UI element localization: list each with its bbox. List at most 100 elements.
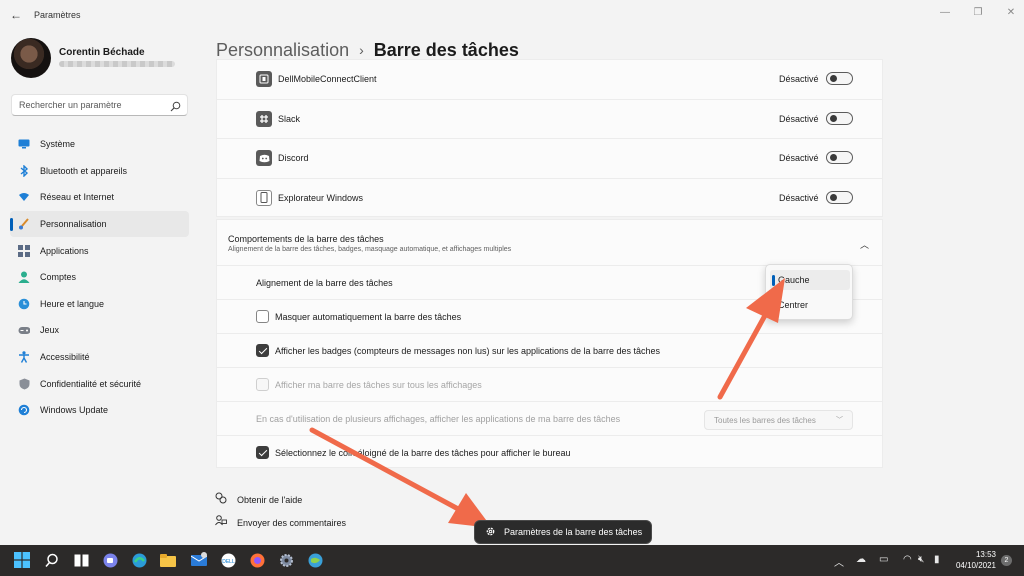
dell-icon[interactable]: DELL — [218, 550, 238, 570]
multi-display-value: Toutes les barres des tâches — [714, 416, 816, 425]
tablet-icon[interactable]: ▭ — [879, 554, 888, 565]
multi-display-label: En cas d'utilisation de plusieurs affich… — [256, 414, 621, 424]
globe-app-icon[interactable] — [305, 550, 325, 570]
tray-app-row: Explorateur Windows Désactivé — [217, 179, 882, 219]
autohide-checkbox[interactable] — [256, 310, 269, 323]
send-feedback-link[interactable]: Envoyer des commentaires — [215, 514, 346, 532]
search-input[interactable] — [12, 95, 162, 115]
all-displays-label: Afficher ma barre des tâches sur tous le… — [275, 380, 482, 390]
sidebar-item-jeux[interactable]: Jeux — [10, 317, 189, 344]
search-icon[interactable] — [42, 550, 62, 570]
feedback-icon — [215, 514, 227, 532]
minimize-icon[interactable]: — — [938, 6, 952, 20]
edge-icon[interactable] — [129, 550, 149, 570]
sidebar-nav: Système Bluetooth et appareils Réseau et… — [10, 131, 189, 424]
user-email-blurred — [59, 61, 175, 67]
user-name: Corentin Béchade — [59, 47, 145, 58]
slack-icon — [256, 110, 272, 127]
search-icon[interactable] — [170, 99, 181, 117]
gear-icon — [485, 526, 496, 539]
section-title: Comportements de la barre des tâches — [228, 234, 384, 244]
explorer-icon — [256, 189, 272, 206]
chevron-up-tray-icon[interactable]: ︿ — [834, 554, 844, 569]
apps-icon — [18, 244, 30, 257]
sidebar-item-label: Système — [40, 139, 76, 150]
accessibility-icon — [18, 351, 30, 363]
tray-app-name: DellMobileConnectClient — [278, 74, 377, 84]
badges-label: Afficher les badges (compteurs de messag… — [275, 346, 661, 356]
section-header[interactable]: Comportements de la barre des tâches Ali… — [217, 220, 882, 266]
cloud-icon[interactable]: ☁ — [856, 554, 866, 565]
active-indicator — [10, 217, 13, 231]
tray-app-state: Désactivé — [779, 74, 819, 84]
chevron-up-icon[interactable]: ︿ — [860, 238, 869, 251]
sidebar-item-bluetooth[interactable]: Bluetooth et appareils — [10, 158, 189, 185]
multi-display-dropdown: Toutes les barres des tâches ﹀ — [704, 410, 853, 430]
sidebar-item-heure[interactable]: Heure et langue — [10, 291, 189, 318]
search-box[interactable] — [11, 94, 188, 116]
sidebar-item-reseau[interactable]: Réseau et Internet — [10, 184, 189, 211]
sidebar-item-label: Bluetooth et appareils — [40, 165, 128, 176]
tray-app-name: Discord — [278, 153, 309, 163]
sidebar-item-label: Personnalisation — [40, 219, 107, 230]
badges-checkbox[interactable] — [256, 344, 269, 357]
breadcrumb: Personnalisation › Barre des tâches — [216, 40, 519, 61]
breadcrumb-parent[interactable]: Personnalisation — [216, 40, 349, 60]
gamepad-icon — [18, 324, 30, 336]
sidebar-item-label: Jeux — [40, 325, 60, 336]
alignment-option-gauche[interactable]: Gauche — [770, 270, 850, 290]
sidebar-item-confidentialite[interactable]: Confidentialité et sécurité — [10, 370, 189, 397]
sidebar-item-accessibilite[interactable]: Accessibilité — [10, 344, 189, 371]
get-help-label: Obtenir de l'aide — [237, 495, 303, 505]
far-corner-checkbox[interactable] — [256, 446, 269, 459]
taskbar-clock[interactable]: 13:53 04/10/2021 — [950, 549, 996, 571]
notification-badge[interactable]: 2 — [1001, 555, 1012, 566]
option-label: Gauche — [778, 275, 810, 285]
task-view-icon[interactable] — [71, 550, 91, 570]
shield-icon — [18, 378, 30, 390]
sidebar-item-applications[interactable]: Applications — [10, 237, 189, 264]
sidebar-item-label: Heure et langue — [40, 298, 105, 309]
avatar[interactable] — [11, 38, 51, 78]
tray-app-toggle[interactable] — [826, 72, 853, 85]
alignment-dropdown-menu: Gauche Centrer — [765, 264, 853, 320]
section-subtitle: Alignement de la barre des tâches, badge… — [228, 246, 512, 253]
settings-gear-icon[interactable] — [276, 550, 296, 570]
title-bar: ← Paramètres — ❐ ✕ — [0, 0, 1024, 32]
file-explorer-icon[interactable] — [158, 550, 178, 570]
bluetooth-icon — [18, 164, 30, 177]
multi-display-row: En cas d'utilisation de plusieurs affich… — [217, 402, 882, 436]
dell-mobile-icon — [256, 71, 272, 87]
alignment-option-centrer[interactable]: Centrer — [770, 295, 850, 315]
maximize-icon[interactable]: ❐ — [971, 6, 985, 20]
sidebar-item-comptes[interactable]: Comptes — [10, 264, 189, 291]
sidebar-item-personnalisation[interactable]: Personnalisation — [10, 210, 189, 238]
volume-muted-icon[interactable]: 🔇︎ — [918, 554, 924, 565]
tray-app-name: Explorateur Windows — [278, 192, 364, 203]
battery-icon[interactable]: ▮ — [934, 554, 940, 565]
wifi-icon[interactable]: ◠ — [903, 554, 912, 565]
chat-icon[interactable] — [100, 550, 120, 570]
tooltip-text: Paramètres de la barre des tâches — [504, 527, 643, 537]
start-icon[interactable] — [12, 550, 32, 570]
sidebar-item-systeme[interactable]: Système — [10, 131, 189, 158]
sidebar-item-windows-update[interactable]: Windows Update — [10, 397, 189, 424]
update-icon — [18, 404, 30, 416]
get-help-link[interactable]: Obtenir de l'aide — [215, 491, 302, 509]
back-arrow-icon[interactable]: ← — [9, 8, 23, 22]
tray-app-toggle[interactable] — [826, 111, 853, 125]
tray-app-toggle[interactable] — [826, 190, 853, 204]
all-displays-checkbox — [256, 378, 269, 391]
mail-icon[interactable] — [189, 550, 209, 570]
firefox-icon[interactable] — [247, 550, 267, 570]
close-icon[interactable]: ✕ — [1004, 6, 1018, 20]
discord-icon — [256, 150, 272, 166]
autohide-label: Masquer automatiquement la barre des tâc… — [275, 312, 462, 322]
option-label: Centrer — [778, 300, 809, 310]
taskbar-settings-tooltip[interactable]: Paramètres de la barre des tâches — [474, 520, 652, 544]
chevron-down-icon: ﹀ — [836, 417, 843, 424]
tray-app-toggle[interactable] — [826, 151, 853, 164]
tray-app-state: Désactivé — [779, 113, 819, 124]
far-corner-label: Sélectionnez le coin éloigné de la barre… — [275, 448, 571, 458]
sidebar-item-label: Comptes — [40, 272, 77, 283]
